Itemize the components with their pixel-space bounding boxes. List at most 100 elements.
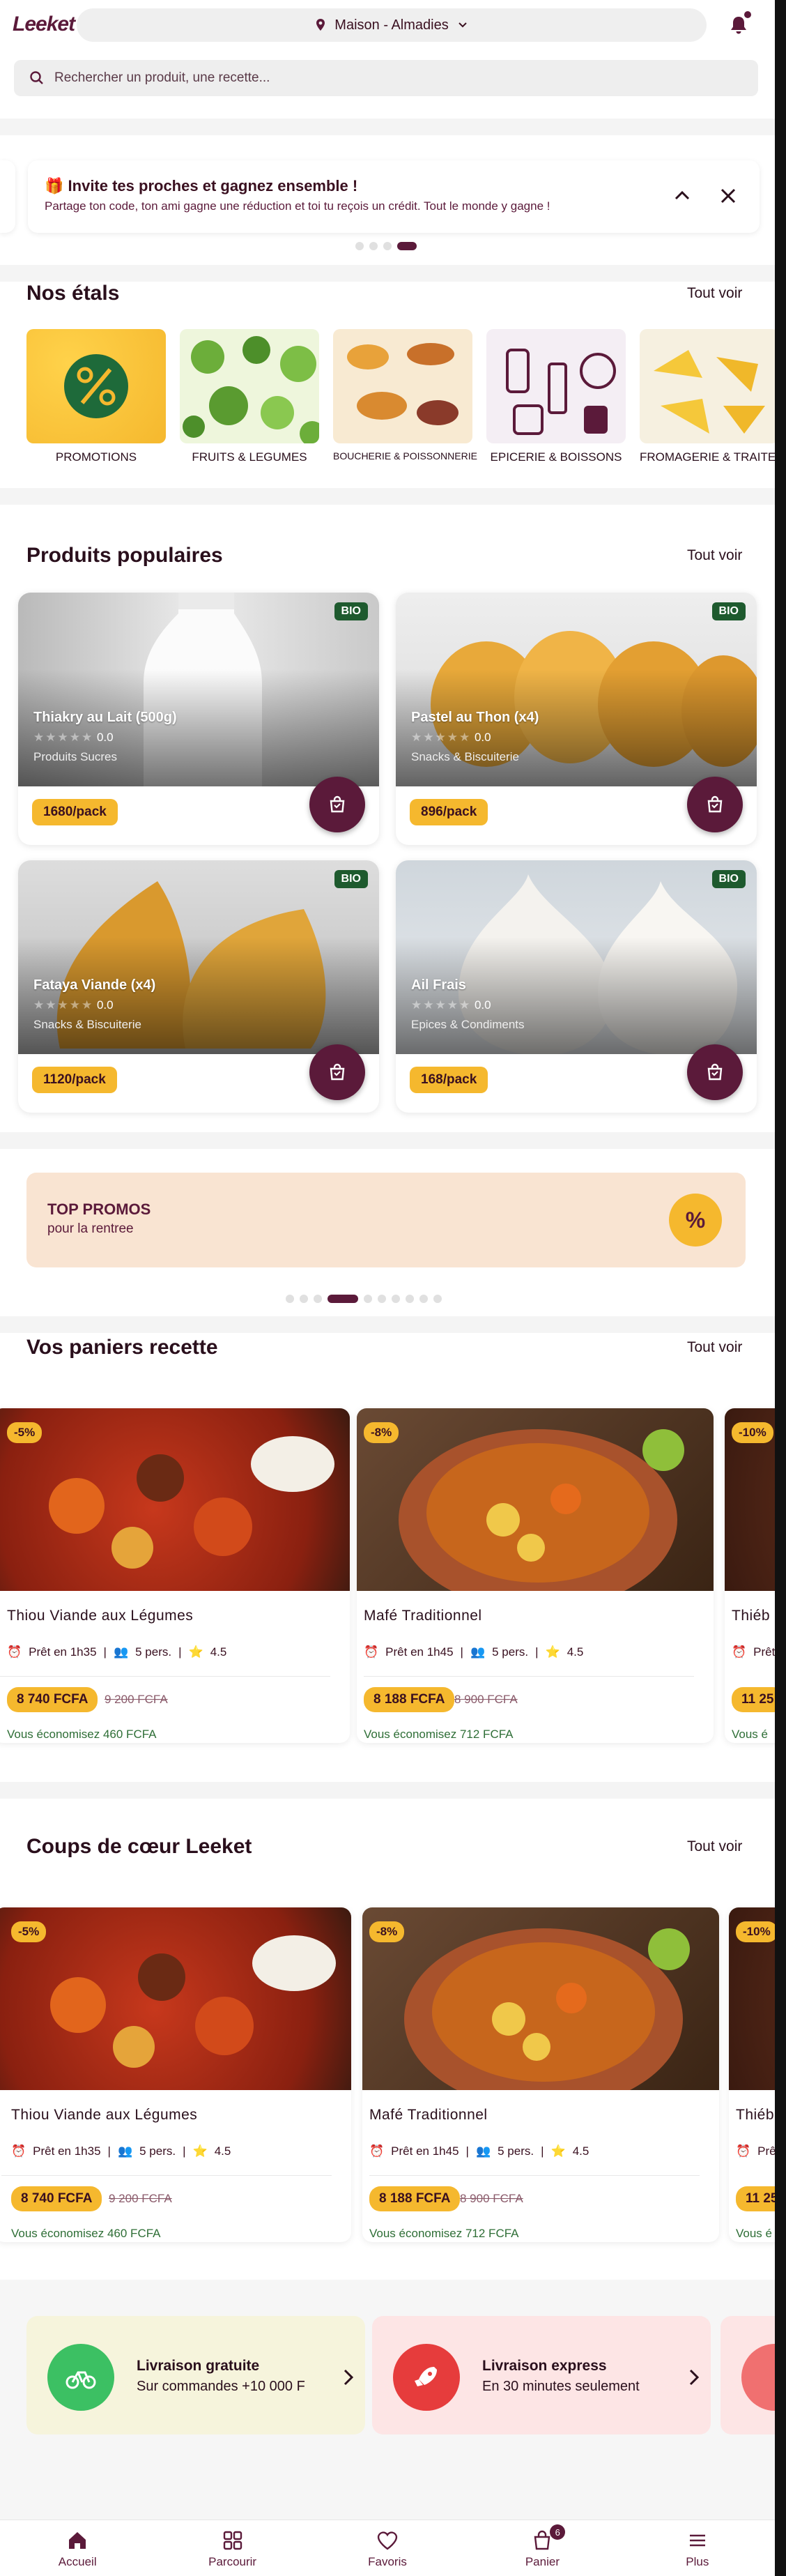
recipe-meta: ⏰ Prêt en 1h45 | 👥 5 pers. | ⭐ 4.5	[364, 1645, 584, 1659]
app-screen: Leeket Maison - Almadies Rechercher un p…	[0, 0, 775, 2576]
chevron-right-icon	[344, 2369, 354, 2386]
recipe-card[interactable]: -10% Thiéb ⏰Prêt 11 25 Vous é	[729, 1907, 775, 2242]
previous-banner-card[interactable]	[0, 160, 15, 233]
invite-banner[interactable]: 🎁 Invite tes proches et gagnez ensemble …	[28, 160, 760, 233]
notifications-button[interactable]	[725, 11, 753, 39]
bio-badge: BIO	[334, 602, 368, 620]
invite-subtitle: Partage ton code, ton ami gagne une rédu…	[45, 199, 550, 213]
pagination-dot[interactable]	[364, 1295, 372, 1303]
star-icon: ⭐	[192, 2144, 208, 2158]
feature-subtitle: Sur commandes +10 000 F	[137, 2379, 305, 2394]
nav-browse[interactable]: Parcourir	[155, 2520, 309, 2576]
pagination-dot-active[interactable]	[397, 242, 417, 250]
search-bar[interactable]: Rechercher un produit, une recette...	[14, 60, 758, 96]
recipe-old-price: 9 200 FCFA	[105, 1693, 168, 1706]
pagination-dot[interactable]	[286, 1295, 294, 1303]
top-promos-banner[interactable]: TOP PROMOS pour la rentree %	[26, 1173, 746, 1267]
discount-badge: -8%	[369, 1921, 405, 1942]
chevron-down-icon	[458, 22, 467, 28]
bio-badge: BIO	[711, 870, 746, 888]
stall-fruits-legumes[interactable]: FRUITS & LEGUMES	[180, 329, 319, 464]
feature-card-partial[interactable]	[720, 2316, 775, 2434]
nav-label: Panier	[525, 2555, 560, 2568]
pagination-dot[interactable]	[419, 1295, 428, 1303]
stall-fromagerie-traiteur[interactable]: FROMAGERIE & TRAITEUR	[640, 329, 775, 464]
discount-badge: -5%	[11, 1921, 47, 1942]
stalls-title: Nos étals	[26, 282, 120, 305]
location-selector[interactable]: Maison - Almadies	[77, 8, 707, 42]
heart-icon	[377, 2531, 398, 2550]
scrollbar-thumb[interactable]	[776, 3, 785, 1258]
recipe-name: Mafé Traditionnel	[369, 2107, 488, 2123]
clock-icon: ⏰	[736, 2144, 751, 2158]
recipe-price: 11 25	[736, 2186, 775, 2211]
divider	[0, 119, 775, 135]
recipe-price: 8 188 FCFA	[364, 1687, 455, 1712]
feature-title: Livraison express	[482, 2358, 607, 2374]
add-to-cart-button[interactable]	[687, 1044, 743, 1100]
chevron-up-icon[interactable]	[672, 185, 693, 206]
recipe-card[interactable]: -5% Thiou Viande aux Légumes ⏰ Prêt en 1h…	[0, 1408, 350, 1743]
location-label: Maison - Almadies	[334, 17, 449, 33]
recipe-old-price: 8 900 FCFA	[454, 1693, 518, 1706]
favorites-see-all-link[interactable]: Tout voir	[687, 1838, 742, 1855]
express-delivery-card[interactable]: Livraison express En 30 minutes seulemen…	[372, 2316, 711, 2434]
recipe-card[interactable]: -5% Thiou Viande aux Légumes ⏰ Prêt en 1h…	[0, 1907, 351, 2242]
bio-badge: BIO	[334, 870, 368, 888]
product-card[interactable]: BIO Ail Frais ★★★★★ 0.0 Epices & Condime…	[396, 860, 757, 1113]
pagination-dot[interactable]	[383, 242, 392, 250]
divider	[0, 1132, 775, 1149]
star-icon: ⭐	[188, 1645, 203, 1659]
people-icon: 👥	[113, 1645, 129, 1659]
stall-promotions[interactable]: PROMOTIONS	[26, 329, 166, 464]
people-icon: 👥	[117, 2144, 133, 2158]
product-price: 1680/pack	[32, 799, 118, 825]
recipe-old-price: 9 200 FCFA	[109, 2192, 172, 2205]
baskets-see-all-link[interactable]: Tout voir	[687, 1339, 742, 1356]
recipe-meta: ⏰ Prêt en 1h35 | 👥 5 pers. | ⭐ 4.5	[7, 1645, 227, 1659]
pagination-dot-active[interactable]	[328, 1295, 358, 1303]
product-card[interactable]: BIO Thiakry au Lait (500g) ★★★★★ 0.0 Pro…	[18, 593, 379, 845]
nav-cart[interactable]: 6 Panier	[465, 2520, 619, 2576]
grocery-icon	[506, 349, 616, 435]
stall-boucherie-poissonnerie[interactable]: BOUCHERIE & POISSONNERIE	[333, 329, 477, 462]
pagination-dot[interactable]	[314, 1295, 322, 1303]
shopping-bag-icon	[707, 795, 723, 813]
shopping-bag-icon	[330, 795, 345, 813]
pagination-dot[interactable]	[392, 1295, 400, 1303]
nav-label: Accueil	[58, 2555, 97, 2568]
pagination-dot[interactable]	[433, 1295, 442, 1303]
recipe-card[interactable]: -10% Thiéb ⏰Prêt 11 25 Vous é	[725, 1408, 775, 1743]
scrollbar[interactable]	[775, 0, 786, 2576]
nav-favorites[interactable]: Favoris	[310, 2520, 465, 2576]
product-card[interactable]: BIO Pastel au Thon (x4) ★★★★★ 0.0 Snacks…	[396, 593, 757, 845]
close-icon[interactable]	[718, 185, 739, 206]
add-to-cart-button[interactable]	[309, 777, 365, 832]
pagination-dot[interactable]	[369, 242, 378, 250]
nav-home[interactable]: Accueil	[0, 2520, 155, 2576]
clock-icon: ⏰	[364, 1645, 379, 1659]
recipe-name: Thiéb	[736, 2107, 775, 2123]
leeket-logo[interactable]: Leeket	[13, 13, 75, 36]
product-card[interactable]: BIO Fataya Viande (x4) ★★★★★ 0.0 Snacks …	[18, 860, 379, 1113]
stall-epicerie-boissons[interactable]: EPICERIE & BOISSONS	[486, 329, 626, 464]
add-to-cart-button[interactable]	[687, 777, 743, 832]
promo-subtitle: pour la rentree	[47, 1221, 134, 1236]
pagination-dot[interactable]	[355, 242, 364, 250]
discount-badge: -8%	[364, 1422, 399, 1443]
promo-pagination	[286, 1295, 442, 1303]
nav-more[interactable]: Plus	[620, 2520, 775, 2576]
free-delivery-card[interactable]: Livraison gratuite Sur commandes +10 000…	[26, 2316, 365, 2434]
product-name: Ail Frais	[411, 977, 466, 993]
pagination-dot[interactable]	[300, 1295, 308, 1303]
recipe-price: 8 740 FCFA	[11, 2186, 102, 2211]
pagination-dot[interactable]	[406, 1295, 414, 1303]
recipe-card[interactable]: -8% Mafé Traditionnel ⏰ Prêt en 1h45 | 👥 5 …	[362, 1907, 719, 2242]
stalls-see-all-link[interactable]: Tout voir	[687, 285, 742, 302]
pagination-dot[interactable]	[378, 1295, 386, 1303]
add-to-cart-button[interactable]	[309, 1044, 365, 1100]
popular-see-all-link[interactable]: Tout voir	[687, 547, 742, 564]
feature-subtitle: En 30 minutes seulement	[482, 2379, 640, 2394]
recipe-card[interactable]: -8% Mafé Traditionnel ⏰ Prêt en 1h45 | 👥 5 …	[357, 1408, 714, 1743]
recipe-old-price: 8 900 FCFA	[460, 2192, 523, 2205]
